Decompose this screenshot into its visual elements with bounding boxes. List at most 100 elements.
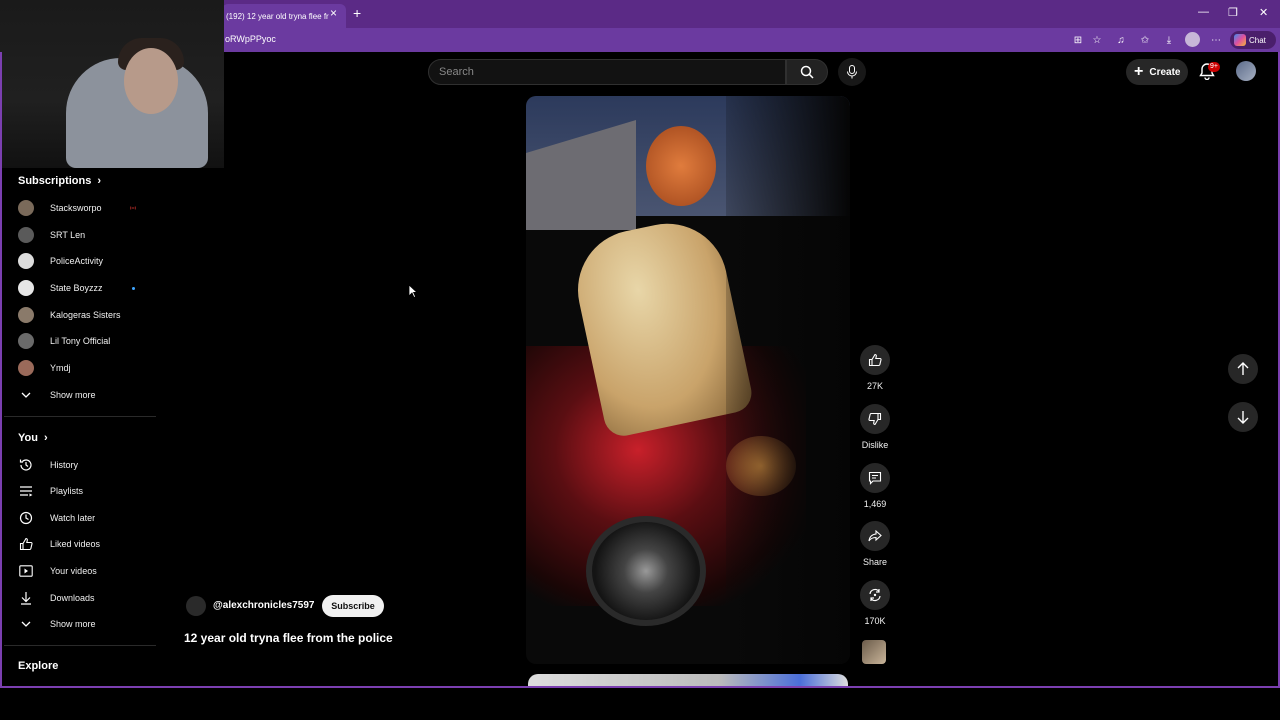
explore-heading-label: Explore bbox=[18, 660, 59, 672]
sidebar-item-subscription[interactable]: State Boyzzz bbox=[18, 278, 103, 298]
subscriptions-heading-label: Subscriptions bbox=[18, 175, 92, 187]
comments-button[interactable] bbox=[860, 463, 890, 493]
url-text[interactable]: oRWpPPyoc bbox=[225, 34, 276, 44]
sidebar-item-subscription[interactable]: PoliceActivity bbox=[18, 251, 103, 271]
sidebar-item-watch-later[interactable]: Watch later bbox=[18, 508, 95, 528]
search-placeholder: Search bbox=[439, 66, 474, 78]
restore-icon[interactable]: ❐ bbox=[1228, 6, 1238, 19]
browser-tab[interactable]: (192) 12 year old tryna flee fr bbox=[222, 4, 346, 28]
create-label: Create bbox=[1149, 66, 1181, 78]
sidebar-item-liked-videos[interactable]: Liked videos bbox=[18, 534, 100, 554]
favorite-star-icon[interactable]: ☆ bbox=[1090, 33, 1104, 47]
thumbs-up-icon bbox=[18, 536, 34, 552]
chevron-right-icon: › bbox=[43, 432, 48, 444]
like-count: 27K bbox=[866, 381, 883, 391]
sidebar-divider bbox=[4, 645, 156, 646]
channel-handle[interactable]: @alexchronicles7597 bbox=[213, 600, 314, 611]
channel-avatar bbox=[18, 360, 34, 376]
show-more-subscriptions[interactable]: Show more bbox=[18, 385, 96, 405]
plus-icon: + bbox=[1134, 63, 1144, 80]
chevron-down-icon bbox=[18, 387, 34, 403]
sidebar-item-playlists[interactable]: Playlists bbox=[18, 481, 83, 501]
channel-avatar bbox=[18, 227, 34, 243]
explore-heading: Explore bbox=[18, 660, 58, 672]
minimize-icon[interactable]: — bbox=[1198, 6, 1209, 18]
microphone-icon bbox=[847, 65, 857, 79]
app-icon[interactable]: ⊞ bbox=[1071, 33, 1085, 47]
notification-badge: 9+ bbox=[1208, 62, 1220, 72]
subscriptions-heading[interactable]: Subscriptions › bbox=[18, 175, 101, 187]
search-button[interactable] bbox=[786, 59, 828, 85]
remix-button[interactable] bbox=[860, 580, 890, 610]
favorites-icon[interactable]: ✩ bbox=[1138, 33, 1152, 47]
dislike-label: Dislike bbox=[861, 440, 889, 450]
remix-action[interactable]: 170K bbox=[856, 580, 894, 626]
tab-close-icon[interactable]: × bbox=[330, 7, 337, 19]
download-icon bbox=[18, 590, 34, 606]
new-tab-icon[interactable]: + bbox=[353, 5, 361, 21]
sidebar-item-label: Ymdj bbox=[50, 363, 71, 373]
search-input[interactable]: Search bbox=[428, 59, 786, 85]
sidebar-item-downloads[interactable]: Downloads bbox=[18, 588, 95, 608]
like-button[interactable] bbox=[860, 345, 890, 375]
channel-avatar bbox=[18, 280, 34, 296]
account-avatar[interactable] bbox=[1236, 61, 1256, 81]
thumbs-down-icon bbox=[868, 412, 882, 426]
sidebar-item-your-videos[interactable]: Your videos bbox=[18, 561, 97, 581]
next-short-preview[interactable] bbox=[528, 674, 848, 688]
sidebar-item-label: Playlists bbox=[50, 486, 84, 496]
browser-profile-avatar[interactable] bbox=[1185, 32, 1200, 47]
video-title: 12 year old tryna flee from the police bbox=[184, 631, 393, 645]
channel-avatar[interactable] bbox=[186, 596, 206, 616]
previous-short-button[interactable] bbox=[1228, 354, 1258, 384]
channel-avatar bbox=[18, 253, 34, 269]
sidebar-item-history[interactable]: History bbox=[18, 455, 78, 475]
history-icon bbox=[18, 457, 34, 473]
sidebar-item-subscription[interactable]: Stacksworpo bbox=[18, 198, 102, 218]
arrow-down-icon bbox=[1237, 411, 1249, 424]
show-more-you[interactable]: Show more bbox=[18, 614, 96, 634]
share-button[interactable] bbox=[860, 521, 890, 551]
like-action[interactable]: 27K bbox=[856, 345, 894, 391]
arrow-up-icon bbox=[1237, 362, 1249, 375]
close-window-icon[interactable]: ✕ bbox=[1259, 6, 1268, 19]
next-short-button[interactable] bbox=[1228, 402, 1258, 432]
comment-icon bbox=[868, 471, 882, 485]
sidebar-item-label: Liked videos bbox=[50, 539, 101, 549]
thumbs-up-icon bbox=[868, 353, 882, 367]
sidebar-item-label: Kalogeras Sisters bbox=[50, 310, 121, 320]
voice-search-button[interactable] bbox=[838, 58, 866, 86]
sound-thumbnail[interactable] bbox=[862, 640, 886, 664]
create-button[interactable]: + Create bbox=[1126, 59, 1188, 85]
mouse-cursor-icon bbox=[408, 284, 418, 298]
you-heading-label: You bbox=[18, 432, 38, 444]
sidebar-item-label: Lil Tony Official bbox=[50, 336, 111, 346]
subscribe-button[interactable]: Subscribe bbox=[322, 595, 384, 617]
sidebar-item-subscription[interactable]: SRT Len bbox=[18, 225, 85, 245]
sidebar-item-subscription[interactable]: Lil Tony Official bbox=[18, 331, 110, 351]
tab-title: (192) 12 year old tryna flee fr bbox=[226, 11, 329, 21]
shorts-video-player[interactable] bbox=[526, 96, 850, 664]
share-icon bbox=[868, 530, 882, 542]
media-icon[interactable]: ♫ bbox=[1114, 33, 1128, 47]
you-heading[interactable]: You › bbox=[18, 432, 48, 444]
channel-avatar bbox=[18, 307, 34, 323]
share-action[interactable]: Share bbox=[856, 521, 894, 567]
channel-avatar bbox=[18, 200, 34, 216]
sidebar-item-label: PoliceActivity bbox=[50, 256, 104, 266]
sidebar-item-subscription[interactable]: Kalogeras Sisters bbox=[18, 305, 121, 325]
dislike-button[interactable] bbox=[860, 404, 890, 434]
remix-icon bbox=[869, 588, 881, 602]
sidebar-item-subscription[interactable]: Ymdj bbox=[18, 358, 71, 378]
sidebar-divider bbox=[4, 416, 156, 417]
chevron-down-icon bbox=[18, 616, 34, 632]
copilot-chat-button[interactable]: Chat bbox=[1230, 31, 1276, 49]
downloads-icon[interactable]: ⤓ bbox=[1162, 33, 1176, 47]
sidebar-item-label: History bbox=[50, 460, 79, 470]
dislike-action[interactable]: Dislike bbox=[856, 404, 894, 450]
comments-action[interactable]: 1,469 bbox=[856, 463, 894, 509]
copilot-icon bbox=[1234, 34, 1246, 46]
more-menu-icon[interactable]: ⋯ bbox=[1209, 33, 1223, 47]
chevron-right-icon: › bbox=[97, 175, 102, 187]
clock-icon bbox=[18, 510, 34, 526]
